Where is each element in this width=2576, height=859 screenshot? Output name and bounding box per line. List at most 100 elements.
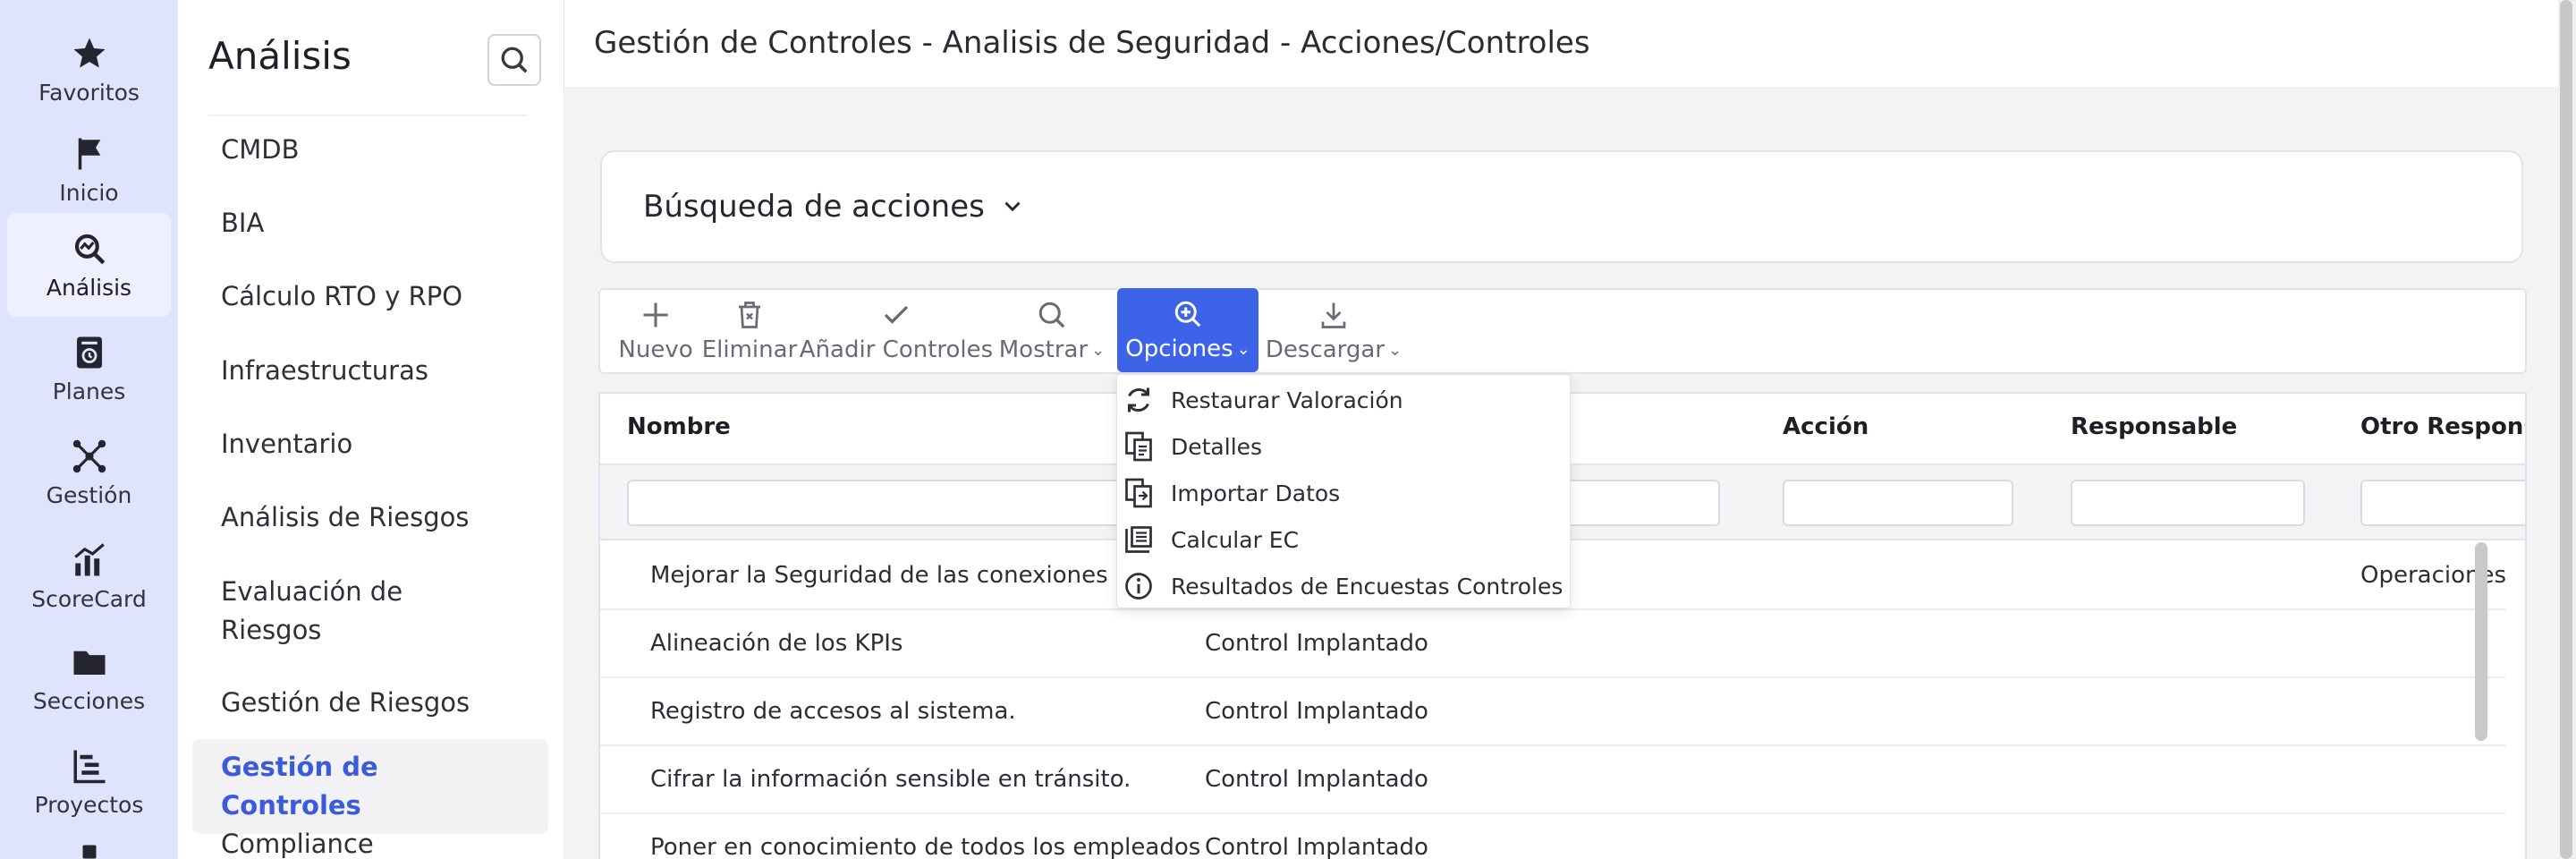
opciones-label: Opciones <box>1125 336 1233 362</box>
rail-label: Secciones <box>32 687 146 714</box>
rail-item-analisis[interactable]: Análisis <box>7 213 171 317</box>
page-scrollbar-thumb[interactable] <box>2560 0 2572 859</box>
rail-item-gestion[interactable]: Gestión <box>7 421 171 524</box>
menu-item-label: Importar Datos <box>1171 480 1341 506</box>
menu-item-importar-datos[interactable]: Importar Datos <box>1117 470 1570 516</box>
action-toolbar: Nuevo Eliminar Añadir Controles Mostrar ⌄… <box>598 288 2527 374</box>
zoom-in-icon <box>1174 301 1201 327</box>
column-header-otro-responsable[interactable]: Otro Responsal <box>2360 413 2525 440</box>
submenu-item-cmdb[interactable]: CMDB <box>192 122 548 178</box>
search-icon <box>501 47 528 73</box>
anadir-controles-label: Añadir Controles <box>799 336 994 363</box>
menu-item-detalles[interactable]: Detalles <box>1117 423 1570 470</box>
submenu-item-gestion-riesgos[interactable]: Gestión de Riesgos <box>192 675 548 731</box>
filter-nombre-input[interactable] <box>627 480 1146 526</box>
column-header-nombre[interactable]: Nombre <box>627 413 731 440</box>
filter-accion-input[interactable] <box>1783 480 2013 526</box>
table-row[interactable]: Poner en conocimiento de todos los emple… <box>600 814 2505 859</box>
copy-document-icon <box>1125 431 1152 462</box>
divider <box>208 115 527 116</box>
column-header-responsable[interactable]: Responsable <box>2071 413 2237 440</box>
nuevo-label: Nuevo <box>618 336 693 363</box>
eliminar-label: Eliminar <box>701 336 798 363</box>
rail-label: Favoritos <box>38 79 140 106</box>
rail-label: Análisis <box>46 274 132 301</box>
trash-icon <box>739 302 760 328</box>
chevron-down-icon <box>1004 201 1021 212</box>
cell-nombre: Cifrar la información sensible en tránsi… <box>650 766 1131 793</box>
filter-otro-responsable-input[interactable] <box>2360 480 2525 526</box>
rail-label: ScoreCard <box>31 585 147 612</box>
descargar-button[interactable]: Descargar ⌄ <box>1266 290 1402 372</box>
submenu-item-rto-rpo[interactable]: Cálculo RTO y RPO <box>192 268 548 325</box>
cell-nombre: Alineación de los KPIs <box>650 630 903 657</box>
cell-estado: Control Implantado <box>1205 630 1428 657</box>
opciones-dropdown-menu: Restaurar Valoración Detalles Importar D… <box>1116 374 1571 608</box>
rail-item-more[interactable] <box>7 832 171 859</box>
import-document-icon <box>1125 478 1152 508</box>
rail-item-favoritos[interactable]: Favoritos <box>7 18 171 122</box>
eliminar-button[interactable]: Eliminar <box>702 290 797 372</box>
chevron-down-icon: ⌄ <box>1091 340 1106 360</box>
star-icon <box>73 38 105 68</box>
menu-item-label: Detalles <box>1171 433 1263 460</box>
opciones-button[interactable]: Opciones ⌄ <box>1117 288 1258 372</box>
download-icon <box>1321 302 1346 328</box>
plus-icon <box>643 302 668 327</box>
anadir-controles-button[interactable]: Añadir Controles <box>800 290 993 372</box>
submenu-item-bia[interactable]: BIA <box>192 195 548 251</box>
page-title: Gestión de Controles - Analisis de Segur… <box>594 25 1590 61</box>
menu-item-restaurar-valoracion[interactable]: Restaurar Valoración <box>1117 377 1570 423</box>
rail-item-inicio[interactable]: Inicio <box>7 118 171 222</box>
cell-estado: Control Implantado <box>1205 834 1428 859</box>
chevron-down-icon: ⌄ <box>1388 340 1402 360</box>
refresh-icon <box>1128 387 1149 412</box>
rail-item-scorecard[interactable]: ScoreCard <box>7 524 171 628</box>
cell-estado: Control Implantado <box>1205 698 1428 725</box>
analysis-icon <box>74 234 105 264</box>
rail-label: Proyectos <box>34 791 144 818</box>
filter-responsable-input[interactable] <box>2071 480 2305 526</box>
submenu-search-button[interactable] <box>487 34 541 86</box>
rail-item-secciones[interactable]: Secciones <box>7 626 171 730</box>
top-bar: Gestión de Controles - Analisis de Segur… <box>564 0 2558 87</box>
check-icon <box>884 305 909 324</box>
search-panel-toggle[interactable]: Búsqueda de acciones <box>600 150 2523 263</box>
submenu-item-infraestructuras[interactable]: Infraestructuras <box>192 343 548 399</box>
cell-nombre: Poner en conocimiento de todos los emple… <box>650 834 1201 859</box>
table-row[interactable]: Registro de accesos al sistema. Control … <box>600 678 2505 746</box>
gantt-icon <box>73 750 105 783</box>
table-scrollbar[interactable] <box>2475 542 2487 741</box>
rail-item-planes[interactable]: Planes <box>7 317 171 421</box>
menu-item-label: Restaurar Valoración <box>1171 387 1403 413</box>
nuevo-button[interactable]: Nuevo <box>618 290 693 372</box>
submenu-item-analisis-riesgos[interactable]: Análisis de Riesgos <box>192 489 548 546</box>
info-icon <box>1125 573 1152 600</box>
submenu-item-evaluacion-riesgos[interactable]: Evaluación de Riesgos <box>192 564 461 659</box>
table-row[interactable]: Cifrar la información sensible en tránsi… <box>600 746 2505 814</box>
table-row[interactable]: Alineación de los KPIs Control Implantad… <box>600 610 2505 678</box>
analysis-submenu: Análisis CMDB BIA Cálculo RTO y RPO Infr… <box>178 0 564 859</box>
submenu-title: Análisis <box>208 34 352 78</box>
cell-nombre: Mejorar la Seguridad de las conexiones d… <box>650 562 1158 589</box>
menu-item-resultados-encuestas[interactable]: Resultados de Encuestas Controles <box>1117 563 1570 609</box>
search-panel-label: Búsqueda de acciones <box>643 189 985 225</box>
cell-estado: Control Implantado <box>1205 766 1428 793</box>
folder-icon <box>73 651 105 675</box>
planner-icon <box>76 336 102 368</box>
mostrar-button[interactable]: Mostrar ⌄ <box>999 290 1105 372</box>
icon-rail: Favoritos Inicio Análisis Planes Gestión… <box>0 0 178 859</box>
rail-label: Gestión <box>46 481 132 508</box>
rail-item-proyectos[interactable]: Proyectos <box>7 730 171 834</box>
save-icon <box>82 845 96 859</box>
rail-label: Inicio <box>59 179 119 206</box>
mostrar-label: Mostrar <box>998 336 1089 363</box>
column-header-accion[interactable]: Acción <box>1783 413 1868 440</box>
cell-nombre: Registro de accesos al sistema. <box>650 698 1016 725</box>
rail-label: Planes <box>52 378 126 404</box>
menu-item-calcular-ec[interactable]: Calcular EC <box>1117 516 1570 563</box>
descargar-label: Descargar <box>1265 336 1385 363</box>
submenu-item-inventario[interactable]: Inventario <box>192 416 548 472</box>
flag-icon <box>78 138 100 169</box>
submenu-item-compliance[interactable]: Compliance <box>192 816 548 859</box>
